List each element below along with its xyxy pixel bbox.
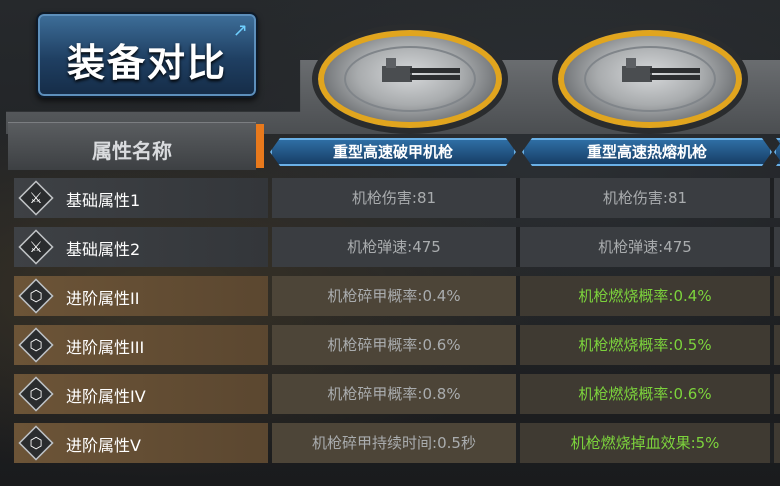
value-cell-weapon-2: 机枪伤害:81	[520, 178, 770, 218]
value-cell-weapon-3-partial	[774, 227, 780, 267]
machine-gun-icon	[622, 58, 700, 82]
row-label-cell: ⬡ 进阶属性II	[14, 276, 268, 316]
row-label-cell: ⬡ 进阶属性III	[14, 325, 268, 365]
row-label: 进阶属性IV	[66, 387, 146, 406]
row-label: 进阶属性III	[66, 338, 145, 357]
machine-gun-icon	[382, 58, 460, 82]
value-cell-weapon-2: 机枪燃烧概率:0.5%	[520, 325, 770, 365]
hexagon-icon: ⬡	[29, 434, 43, 452]
page-title: 装备对比	[66, 41, 227, 85]
value-cell-weapon-3-partial	[774, 325, 780, 365]
row-label-cell: ⬡ 进阶属性IV	[14, 374, 268, 414]
value-cell-weapon-1: 机枪碎甲持续时间:0.5秒	[272, 423, 516, 463]
weapon-preview-1	[312, 24, 508, 134]
row-label-cell: ⬡ 进阶属性V	[14, 423, 268, 463]
column-header-weapon-1[interactable]: 重型高速破甲机枪	[270, 138, 516, 166]
table-row: ⚔ 基础属性1 机枪伤害:81 机枪伤害:81	[14, 178, 780, 218]
table-row: ⬡ 进阶属性III 机枪碎甲概率:0.6% 机枪燃烧概率:0.5%	[14, 325, 780, 365]
value-cell-weapon-2: 机枪燃烧掉血效果:5%	[520, 423, 770, 463]
table-row: ⬡ 进阶属性IV 机枪碎甲概率:0.8% 机枪燃烧概率:0.6%	[14, 374, 780, 414]
row-label: 基础属性1	[66, 191, 141, 210]
weapon-preview-2	[552, 24, 748, 134]
crossed-swords-icon: ⚔	[29, 189, 43, 207]
crossed-swords-icon: ⚔	[29, 238, 43, 256]
arrow-up-right-icon: ↗	[232, 20, 248, 41]
value-cell-weapon-1: 机枪弹速:475	[272, 227, 516, 267]
row-label-cell: ⚔ 基础属性2	[14, 227, 268, 267]
column-header-weapon-2[interactable]: 重型高速热熔机枪	[522, 138, 772, 166]
value-cell-weapon-1: 机枪碎甲概率:0.8%	[272, 374, 516, 414]
row-label-cell: ⚔ 基础属性1	[14, 178, 268, 218]
row-label: 进阶属性II	[66, 289, 140, 308]
value-cell-weapon-3-partial	[774, 276, 780, 316]
row-label: 进阶属性V	[66, 436, 141, 455]
value-cell-weapon-3-partial	[774, 423, 780, 463]
row-label: 基础属性2	[66, 240, 141, 259]
hexagon-icon: ⬡	[29, 287, 43, 305]
attribute-name-header: 属性名称	[8, 122, 256, 170]
title-badge: 装备对比 ↗	[36, 12, 258, 98]
value-cell-weapon-2: 机枪燃烧概率:0.4%	[520, 276, 770, 316]
value-cell-weapon-3-partial	[774, 374, 780, 414]
table-row: ⚔ 基础属性2 机枪弹速:475 机枪弹速:475	[14, 227, 780, 267]
value-cell-weapon-3-partial	[774, 178, 780, 218]
value-cell-weapon-1: 机枪碎甲概率:0.6%	[272, 325, 516, 365]
hexagon-icon: ⬡	[29, 385, 43, 403]
hexagon-icon: ⬡	[29, 336, 43, 354]
accent-bar	[256, 124, 264, 168]
table-row: ⬡ 进阶属性V 机枪碎甲持续时间:0.5秒 机枪燃烧掉血效果:5%	[14, 423, 780, 463]
value-cell-weapon-1: 机枪伤害:81	[272, 178, 516, 218]
attribute-name-label: 属性名称	[92, 139, 172, 163]
table-row: ⬡ 进阶属性II 机枪碎甲概率:0.4% 机枪燃烧概率:0.4%	[14, 276, 780, 316]
value-cell-weapon-1: 机枪碎甲概率:0.4%	[272, 276, 516, 316]
value-cell-weapon-2: 机枪弹速:475	[520, 227, 770, 267]
value-cell-weapon-2: 机枪燃烧概率:0.6%	[520, 374, 770, 414]
